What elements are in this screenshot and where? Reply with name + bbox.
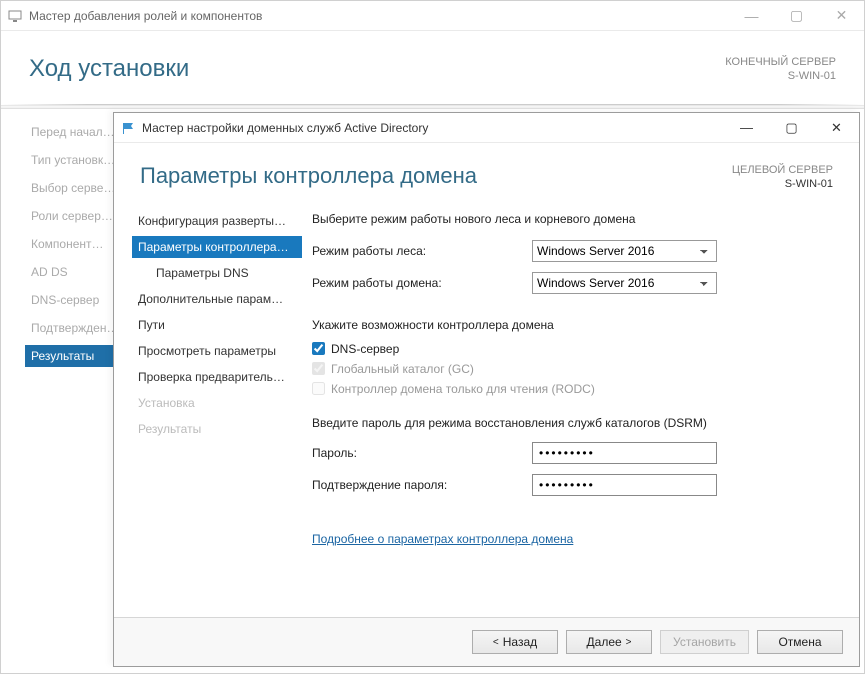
fg-page-heading: Параметры контроллера домена	[140, 163, 477, 189]
next-button[interactable]: Далее >	[566, 630, 652, 654]
fg-nav-additional-options[interactable]: Дополнительные парам…	[132, 288, 302, 310]
fg-maximize-button[interactable]: ▢	[769, 113, 814, 142]
dsrm-password-input[interactable]	[532, 442, 717, 464]
chevron-left-icon: <	[493, 637, 499, 648]
dsrm-confirm-row: Подтверждение пароля:	[312, 474, 833, 496]
bg-server-label: КОНЕЧНЫЙ СЕРВЕР	[725, 55, 836, 69]
gc-checkbox	[312, 362, 325, 375]
bg-titlebar: Мастер добавления ролей и компонентов — …	[1, 1, 864, 31]
fg-nav-dns-options[interactable]: Параметры DNS	[132, 262, 302, 284]
server-manager-icon	[7, 8, 23, 24]
fg-server-label: ЦЕЛЕВОЙ СЕРВЕР	[732, 163, 833, 177]
back-button[interactable]: < Назад	[472, 630, 558, 654]
adds-config-wizard-window: Мастер настройки доменных служб Active D…	[113, 112, 860, 667]
bg-minimize-button[interactable]: —	[729, 1, 774, 30]
bg-window-title: Мастер добавления ролей и компонентов	[29, 9, 262, 23]
fg-main-panel: Выберите режим работы нового леса и корн…	[302, 210, 859, 617]
fg-nav-paths[interactable]: Пути	[132, 314, 302, 336]
fg-nav: Конфигурация разверты… Параметры контрол…	[114, 210, 302, 617]
dns-server-checkbox-row[interactable]: DNS-сервер	[312, 342, 833, 356]
dsrm-password-row: Пароль:	[312, 442, 833, 464]
fg-footer: < Назад Далее > Установить Отмена	[114, 617, 859, 666]
domain-level-label: Режим работы домена:	[312, 276, 532, 290]
domain-level-select[interactable]: Windows Server 2016	[532, 272, 717, 294]
more-about-dc-options-link[interactable]: Подробнее о параметрах контроллера домен…	[312, 532, 573, 546]
fg-server-name: S-WIN-01	[732, 177, 833, 191]
dsrm-caption: Введите пароль для режима восстановления…	[312, 416, 833, 430]
fg-close-button[interactable]: ✕	[814, 113, 859, 142]
bg-maximize-button[interactable]: ▢	[774, 1, 819, 30]
dsrm-confirm-label: Подтверждение пароля:	[312, 478, 532, 492]
bg-server-name: S-WIN-01	[725, 69, 836, 83]
fg-nav-prereq-check[interactable]: Проверка предваритель…	[132, 366, 302, 388]
cancel-button[interactable]: Отмена	[757, 630, 843, 654]
forest-level-select[interactable]: Windows Server 2016	[532, 240, 717, 262]
gc-checkbox-label: Глобальный каталог (GC)	[331, 362, 474, 376]
forest-level-label: Режим работы леса:	[312, 244, 532, 258]
fg-titlebar: Мастер настройки доменных служб Active D…	[114, 113, 859, 143]
dsrm-password-label: Пароль:	[312, 446, 532, 460]
dns-server-checkbox-label: DNS-сервер	[331, 342, 399, 356]
cancel-button-label: Отмена	[778, 635, 821, 649]
rodc-checkbox	[312, 382, 325, 395]
rodc-checkbox-row: Контроллер домена только для чтения (ROD…	[312, 382, 833, 396]
bg-header: Ход установки КОНЕЧНЫЙ СЕРВЕР S-WIN-01	[1, 31, 864, 84]
gc-checkbox-row: Глобальный каталог (GC)	[312, 362, 833, 376]
functional-level-caption: Выберите режим работы нового леса и корн…	[312, 212, 833, 226]
flag-icon	[120, 120, 136, 136]
dc-capabilities-caption: Укажите возможности контроллера домена	[312, 318, 833, 332]
fg-header: Параметры контроллера домена ЦЕЛЕВОЙ СЕР…	[114, 143, 859, 192]
install-button-label: Установить	[673, 635, 736, 649]
back-button-label: Назад	[503, 635, 537, 649]
fg-minimize-button[interactable]: —	[724, 113, 769, 142]
chevron-right-icon: >	[626, 637, 632, 648]
bg-window-controls: — ▢ ✕	[729, 1, 864, 30]
bg-target-server: КОНЕЧНЫЙ СЕРВЕР S-WIN-01	[725, 55, 836, 84]
bg-page-heading: Ход установки	[29, 55, 189, 83]
bg-close-button[interactable]: ✕	[819, 1, 864, 30]
fg-nav-review-options[interactable]: Просмотреть параметры	[132, 340, 302, 362]
fg-window-title: Мастер настройки доменных служб Active D…	[142, 121, 428, 135]
fg-nav-deployment-config[interactable]: Конфигурация разверты…	[132, 210, 302, 232]
fg-target-server: ЦЕЛЕВОЙ СЕРВЕР S-WIN-01	[732, 163, 833, 192]
fg-nav-installation: Установка	[132, 392, 302, 414]
rodc-checkbox-label: Контроллер домена только для чтения (ROD…	[331, 382, 595, 396]
fg-window-controls: — ▢ ✕	[724, 113, 859, 142]
forest-level-row: Режим работы леса: Windows Server 2016	[312, 240, 833, 262]
next-button-label: Далее	[587, 635, 622, 649]
domain-level-row: Режим работы домена: Windows Server 2016	[312, 272, 833, 294]
dsrm-confirm-input[interactable]	[532, 474, 717, 496]
dns-server-checkbox[interactable]	[312, 342, 325, 355]
fg-nav-results: Результаты	[132, 418, 302, 440]
fg-nav-dc-options[interactable]: Параметры контроллера…	[132, 236, 302, 258]
install-button: Установить	[660, 630, 749, 654]
